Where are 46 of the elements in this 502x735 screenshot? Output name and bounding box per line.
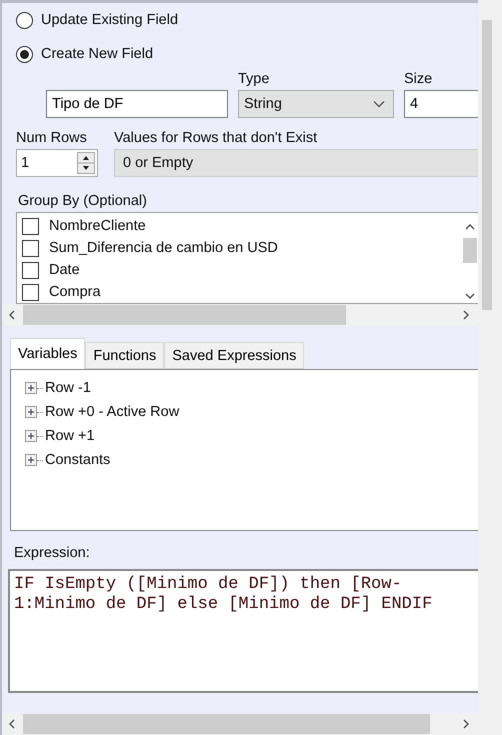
tree-node[interactable]: Row -1: [45, 380, 91, 396]
radio-button[interactable]: [16, 12, 33, 28]
size-input[interactable]: 4: [404, 90, 479, 118]
field-name: Compra: [49, 284, 101, 300]
checkbox[interactable]: [22, 284, 39, 300]
size-label: Size: [404, 71, 434, 87]
missing-values-label: Values for Rows that don't Exist: [114, 130, 318, 146]
field-name: NombreCliente: [49, 218, 146, 234]
tab[interactable]: Functions: [85, 342, 164, 369]
tree-node[interactable]: Row +1: [45, 428, 95, 444]
checkbox[interactable]: [22, 218, 39, 234]
group-by-label: Group By (Optional): [18, 193, 148, 209]
vertical-scrollbar[interactable]: [478, 0, 502, 735]
radio-label: Create New Field: [41, 46, 154, 62]
arrow-up-icon[interactable]: [465, 223, 475, 230]
arrow-right-icon[interactable]: [463, 719, 470, 729]
tree-node[interactable]: Row +0 - Active Row: [45, 404, 180, 420]
num-rows-spinner[interactable]: 1: [16, 149, 98, 177]
expression-label: Expression:: [14, 545, 91, 561]
plus-icon[interactable]: [25, 406, 37, 418]
tree-node[interactable]: Constants: [45, 452, 110, 468]
num-rows-label: Num Rows: [16, 130, 88, 146]
plus-icon[interactable]: [25, 382, 37, 394]
horizontal-scrollbar[interactable]: [2, 713, 478, 735]
plus-icon[interactable]: [25, 430, 37, 442]
arrow-left-icon[interactable]: [8, 310, 15, 320]
field-name: Sum_Diferencia de cambio en USD: [49, 240, 278, 256]
field-name: Date: [49, 262, 80, 278]
checkbox[interactable]: [22, 262, 39, 278]
type-label: Type: [238, 71, 270, 87]
horizontal-scrollbar[interactable]: [2, 304, 478, 326]
type-dropdown[interactable]: String: [238, 90, 394, 118]
expression-editor[interactable]: IF IsEmpty ([Minimo de DF]) then [Row-1:Minimo de DF] else [Minimo de DF] ENDIF: [8, 569, 478, 693]
field-name-input[interactable]: Tipo de DF: [46, 90, 228, 118]
chevron-down-icon: [373, 100, 385, 108]
checkbox[interactable]: [22, 240, 39, 256]
arrow-left-icon[interactable]: [8, 719, 15, 729]
plus-icon[interactable]: [25, 454, 37, 466]
radio-button[interactable]: [16, 46, 33, 62]
tab[interactable]: Saved Expressions: [164, 342, 304, 369]
missing-values-dropdown[interactable]: 0 or Empty: [114, 149, 478, 177]
arrow-down-icon[interactable]: [465, 293, 475, 300]
tab[interactable]: Variables: [10, 338, 86, 369]
spinner-arrows-icon[interactable]: [77, 152, 95, 174]
radio-label: Update Existing Field: [41, 12, 178, 28]
arrow-right-icon[interactable]: [463, 310, 470, 320]
